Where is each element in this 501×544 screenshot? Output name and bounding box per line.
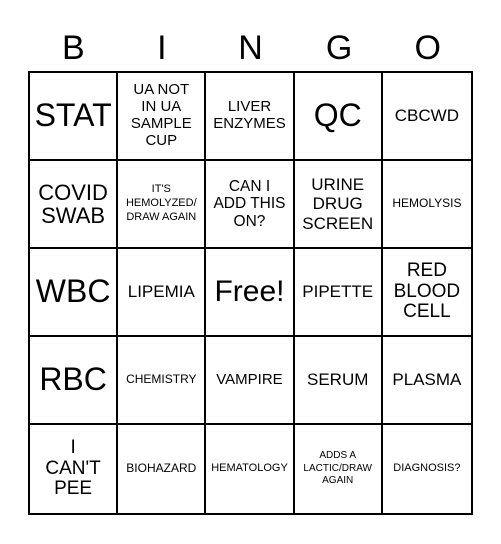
bingo-cell[interactable]: RED BLOOD CELL bbox=[382, 249, 471, 337]
header-letter-n: N bbox=[238, 29, 263, 67]
bingo-cell[interactable]: VAMPIRE bbox=[206, 337, 295, 425]
free-space[interactable]: Free! bbox=[206, 249, 295, 337]
bingo-cell[interactable]: QC bbox=[294, 73, 383, 161]
header-letter-g: G bbox=[325, 29, 353, 67]
bingo-cell[interactable]: RBC bbox=[30, 337, 119, 425]
bingo-cell[interactable]: HEMATOLOGY bbox=[206, 425, 295, 513]
bingo-cell[interactable]: UA NOT IN UA SAMPLE CUP bbox=[118, 73, 207, 161]
bingo-cell[interactable]: PIPETTE bbox=[294, 249, 383, 337]
bingo-cell[interactable]: STAT bbox=[30, 73, 119, 161]
bingo-cell[interactable]: PLASMA bbox=[382, 337, 471, 425]
bingo-cell[interactable]: I CAN'T PEE bbox=[30, 425, 119, 513]
bingo-cell[interactable]: CAN I ADD THIS ON? bbox=[206, 161, 295, 249]
bingo-grid: STAT UA NOT IN UA SAMPLE CUP LIVER ENZYM… bbox=[28, 71, 473, 515]
bingo-cell[interactable]: COVID SWAB bbox=[30, 161, 119, 249]
bingo-cell[interactable]: DIAGNOSIS? bbox=[383, 425, 471, 513]
bingo-cell[interactable]: ADDS A LACTIC/DRAW AGAIN bbox=[295, 425, 383, 513]
bingo-cell[interactable]: CHEMISTRY bbox=[118, 337, 207, 425]
bingo-cell[interactable]: LIPEMIA bbox=[118, 249, 207, 337]
header-letter-i: I bbox=[157, 29, 167, 67]
bingo-cell[interactable]: URINE DRUG SCREEN bbox=[294, 161, 383, 249]
bingo-cell[interactable]: IT'S HEMOLYZED/ DRAW AGAIN bbox=[118, 161, 207, 249]
bingo-cell[interactable]: BIOHAZARD bbox=[118, 425, 207, 513]
bingo-cell[interactable]: SERUM bbox=[294, 337, 383, 425]
bingo-cell[interactable]: WBC bbox=[30, 249, 119, 337]
bingo-cell[interactable]: CBCWD bbox=[382, 73, 471, 161]
header-letter-b: B bbox=[61, 29, 85, 67]
bingo-header: B I N G O bbox=[29, 28, 472, 68]
bingo-cell[interactable]: HEMOLYSIS bbox=[382, 161, 471, 249]
bingo-cell[interactable]: LIVER ENZYMES bbox=[206, 73, 295, 161]
header-letter-o: O bbox=[414, 29, 441, 67]
